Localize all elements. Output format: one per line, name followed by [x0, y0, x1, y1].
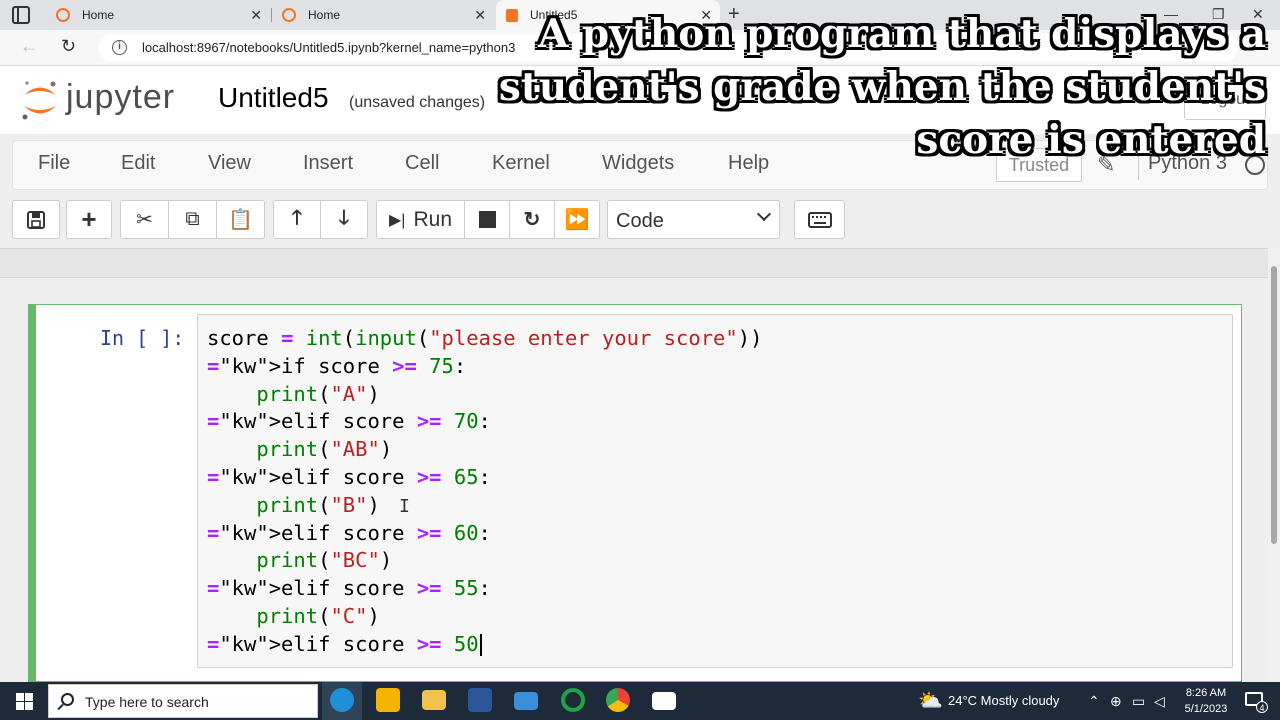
move-down-button[interactable]: 🡓 [320, 200, 368, 239]
code-line[interactable]: print("BC") [207, 548, 392, 572]
arrow-up-icon: 🡑 [291, 206, 303, 229]
copy-button[interactable]: ⧉ [168, 200, 217, 239]
code-line[interactable]: score = int(input("please enter your sco… [207, 326, 762, 350]
search-placeholder: Type here to search [85, 694, 209, 710]
reload-icon[interactable]: ↻ [61, 36, 76, 57]
scrollbar-thumb[interactable] [1271, 266, 1277, 544]
app-ring-icon[interactable] [561, 688, 585, 712]
notification-count: 4 [1256, 701, 1268, 713]
tab-home-2[interactable]: Home ✕ [272, 0, 494, 30]
notebook-title[interactable]: Untitled5 [218, 82, 329, 114]
chrome-icon[interactable] [606, 688, 630, 712]
back-icon[interactable]: ← [20, 36, 38, 57]
jupyter-favicon-icon [56, 8, 70, 22]
insert-cell-button[interactable]: + [66, 200, 112, 239]
clock[interactable]: 8:26 AM 5/1/2023 [1176, 685, 1236, 717]
cut-button[interactable]: ✂ [120, 200, 169, 239]
cell-type-value: Code [616, 210, 664, 232]
stop-icon [478, 211, 496, 228]
scissors-icon: ✂ [136, 209, 153, 231]
network-icon[interactable]: ▭ [1132, 693, 1145, 710]
keyboard-icon [807, 211, 832, 228]
chevron-up-icon[interactable]: ⌃ [1088, 693, 1100, 710]
tab-title: Home [308, 8, 341, 22]
step-forward-icon: ▶| [389, 211, 406, 229]
video-caption: A python program that displays a student… [498, 11, 1266, 163]
mail-icon[interactable] [514, 692, 538, 710]
command-palette-button[interactable] [794, 200, 845, 239]
plus-icon: + [81, 204, 97, 234]
code-line[interactable]: print("C") [207, 604, 379, 628]
code-line[interactable]: ="kw">elif score >= 55: [207, 576, 491, 600]
restart-run-all-button[interactable]: ⏩ [554, 200, 600, 239]
cell-selection-bar [28, 304, 36, 682]
tab-actions-icon[interactable] [12, 6, 30, 24]
clock-time: 8:26 AM [1185, 687, 1227, 699]
taskbar-search-field[interactable]: Type here to search [48, 684, 318, 718]
save-button[interactable] [12, 200, 60, 239]
close-icon[interactable]: ✕ [474, 7, 486, 24]
jupyter-favicon-icon [282, 8, 296, 22]
header-divider [0, 248, 1280, 278]
url-text: localhost:8967/notebooks/Untitled5.ipynb… [142, 40, 516, 55]
menu-file[interactable]: File [38, 152, 70, 175]
save-icon [27, 210, 45, 229]
text-cursor-icon: I [399, 496, 410, 517]
weather-cloud-icon[interactable]: ⛅ [918, 688, 943, 713]
word-icon[interactable] [468, 688, 492, 712]
store-icon[interactable] [376, 688, 400, 712]
close-icon[interactable]: ✕ [250, 7, 262, 24]
restart-icon: ↻ [523, 209, 541, 231]
menu-edit[interactable]: Edit [121, 152, 155, 175]
menu-cell[interactable]: Cell [405, 152, 439, 175]
weather-text[interactable]: 24°C Mostly cloudy [948, 693, 1059, 708]
volume-icon[interactable]: ◁ [1154, 693, 1165, 710]
code-line[interactable]: ="kw">elif score >= 60: [207, 521, 491, 545]
code-line[interactable]: print("B") [207, 493, 379, 517]
run-label: Run [413, 207, 452, 231]
tab-title: Home [82, 8, 115, 22]
chevron-down-icon [756, 206, 772, 222]
code-line[interactable]: print("AB") [207, 437, 392, 461]
move-up-button[interactable]: 🡑 [273, 200, 321, 239]
save-status: (unsaved changes) [349, 94, 486, 111]
file-explorer-icon[interactable] [422, 690, 446, 710]
text-caret [479, 633, 482, 656]
edge-icon[interactable] [330, 688, 354, 712]
fast-forward-icon: ⏩ [564, 209, 590, 231]
cell-type-select[interactable]: Code [607, 200, 780, 239]
clipboard-icon: 📋 [228, 209, 253, 231]
code-line[interactable]: ="kw">if score >= 75: [207, 354, 466, 378]
jupyter-logo-icon[interactable] [20, 78, 60, 122]
arrow-down-icon: 🡓 [338, 206, 350, 229]
screen-recorder-icon[interactable] [652, 692, 676, 710]
code-line[interactable]: print("A") [207, 382, 379, 406]
search-icon [61, 693, 74, 706]
run-button[interactable]: ▶| Run [376, 200, 465, 239]
cell-prompt: In [ ]: [100, 326, 185, 350]
menu-insert[interactable]: Insert [303, 152, 353, 175]
menu-view[interactable]: View [208, 152, 251, 175]
code-line[interactable]: ="kw">elif score >= 65: [207, 465, 491, 489]
site-info-icon[interactable]: i [112, 40, 127, 55]
jupyter-wordmark[interactable]: jupyter [66, 78, 175, 117]
code-line[interactable]: ="kw">elif score >= 50 [207, 632, 482, 656]
clock-date: 5/1/2023 [1184, 703, 1228, 715]
windows-start-icon[interactable] [16, 693, 33, 710]
interrupt-button[interactable] [464, 200, 510, 239]
restart-button[interactable]: ↻ [509, 200, 555, 239]
language-icon[interactable]: ⊕ [1110, 693, 1122, 710]
paste-button[interactable]: 📋 [216, 200, 265, 239]
copy-icon: ⧉ [185, 208, 200, 230]
tab-home-1[interactable]: Home ✕ [46, 0, 270, 30]
code-line[interactable]: ="kw">elif score >= 70: [207, 409, 491, 433]
